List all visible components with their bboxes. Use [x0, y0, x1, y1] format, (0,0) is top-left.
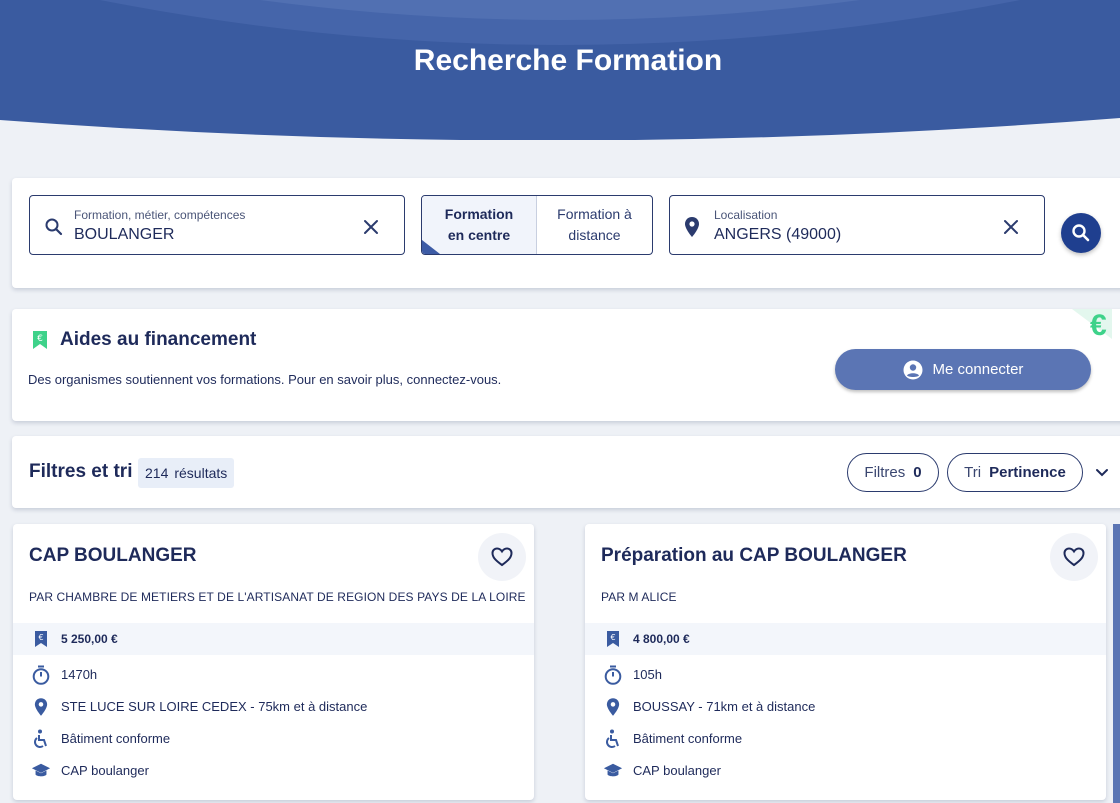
filters-bar: Filtres et tri 214 résultats Filtres 0 T… — [12, 436, 1120, 508]
favorite-button[interactable] — [1050, 533, 1098, 581]
result-duration: 1470h — [61, 667, 98, 682]
result-price: 4 800,00 € — [633, 632, 690, 646]
financing-card: € Aides au financement Des organismes so… — [12, 309, 1120, 421]
account-circle-icon — [903, 360, 923, 379]
header-banner: Recherche Formation — [0, 0, 1120, 140]
accessibility-row: Bâtiment conforme — [13, 723, 534, 755]
financing-title: Aides au financement — [60, 329, 257, 350]
euro-bookmark-icon: € — [32, 330, 48, 355]
page-title: Recherche Formation — [413, 44, 723, 77]
heart-icon — [491, 547, 513, 567]
accessibility-icon — [603, 729, 623, 749]
connect-button[interactable]: Me connecter — [835, 349, 1091, 390]
accessibility-icon — [31, 729, 51, 749]
heart-icon — [1063, 547, 1085, 567]
location-pin-icon — [31, 697, 51, 717]
sort-button-label: Tri — [964, 464, 982, 481]
training-field-value[interactable]: BOULANGER — [74, 226, 174, 244]
favorite-button[interactable] — [478, 533, 526, 581]
mode-distance-option[interactable]: Formation à distance — [537, 196, 652, 254]
active-corner-marker — [422, 240, 440, 254]
location-field[interactable]: Localisation ANGERS (49000) — [669, 195, 1045, 255]
euro-bookmark-icon: € — [603, 629, 623, 649]
result-price: 5 250,00 € — [61, 632, 118, 646]
result-diploma: CAP boulanger — [633, 763, 721, 778]
next-card-edge[interactable] — [1113, 524, 1120, 803]
filters-title: Filtres et tri — [29, 461, 133, 482]
results-count-badge: 214 résultats — [138, 458, 235, 488]
result-duration: 105h — [633, 667, 662, 682]
duration-row: 1470h — [13, 659, 534, 691]
svg-text:€: € — [38, 633, 43, 642]
result-title[interactable]: CAP BOULANGER — [29, 545, 197, 567]
search-button-icon — [1072, 224, 1090, 242]
graduation-cap-icon — [31, 761, 51, 781]
result-title[interactable]: Préparation au CAP BOULANGER — [601, 545, 907, 567]
training-mode-toggle: Formation en centre Formation à distance — [421, 195, 653, 255]
chevron-down-icon[interactable] — [1094, 466, 1110, 485]
diploma-row: CAP boulanger — [13, 755, 534, 787]
euro-decoration: € — [1090, 309, 1107, 342]
filters-button[interactable]: Filtres 0 — [847, 453, 939, 492]
location-field-label: Localisation — [714, 208, 778, 222]
timer-icon — [31, 665, 51, 685]
svg-text:€: € — [610, 633, 615, 642]
connect-button-label: Me connecter — [932, 361, 1024, 378]
location-pin-icon — [603, 697, 623, 717]
result-location: BOUSSAY - 71km et à distance — [633, 699, 816, 714]
euro-bookmark-icon: € — [31, 629, 51, 649]
clear-training-icon[interactable] — [362, 218, 380, 241]
sort-button[interactable]: Tri Pertinence — [947, 453, 1083, 492]
result-card[interactable]: CAP BOULANGER PAR CHAMBRE DE METIERS ET … — [13, 524, 534, 800]
result-card[interactable]: Préparation au CAP BOULANGER PAR M ALICE… — [585, 524, 1106, 800]
sort-value: Pertinence — [989, 464, 1066, 481]
filters-count: 0 — [913, 464, 922, 481]
accessibility-row: Bâtiment conforme — [585, 723, 1106, 755]
graduation-cap-icon — [603, 761, 623, 781]
results-label: résultats — [174, 465, 228, 481]
location-row: STE LUCE SUR LOIRE CEDEX - 75km et à dis… — [13, 691, 534, 723]
search-panel: Formation, métier, compétences BOULANGER… — [12, 178, 1120, 288]
training-field-label: Formation, métier, compétences — [74, 208, 246, 222]
result-diploma: CAP boulanger — [61, 763, 149, 778]
location-row: BOUSSAY - 71km et à distance — [585, 691, 1106, 723]
result-accessibility: Bâtiment conforme — [633, 731, 743, 746]
price-row: € 5 250,00 € — [13, 623, 534, 655]
price-row: € 4 800,00 € — [585, 623, 1106, 655]
result-accessibility: Bâtiment conforme — [61, 731, 171, 746]
timer-icon — [603, 665, 623, 685]
diploma-row: CAP boulanger — [585, 755, 1106, 787]
svg-text:€: € — [37, 334, 43, 344]
search-button[interactable] — [1061, 213, 1101, 253]
clear-location-icon[interactable] — [1002, 218, 1020, 241]
result-organization: PAR CHAMBRE DE METIERS ET DE L'ARTISANAT… — [29, 590, 526, 604]
location-pin-icon — [684, 216, 700, 243]
result-organization: PAR M ALICE — [601, 590, 677, 604]
filters-button-label: Filtres — [864, 464, 906, 481]
results-count: 214 — [145, 465, 169, 481]
location-field-value[interactable]: ANGERS (49000) — [714, 226, 841, 244]
search-icon — [44, 217, 64, 242]
duration-row: 105h — [585, 659, 1106, 691]
training-search-field[interactable]: Formation, métier, compétences BOULANGER — [29, 195, 405, 255]
financing-description: Des organismes soutiennent vos formation… — [28, 372, 502, 387]
result-location: STE LUCE SUR LOIRE CEDEX - 75km et à dis… — [61, 699, 368, 714]
